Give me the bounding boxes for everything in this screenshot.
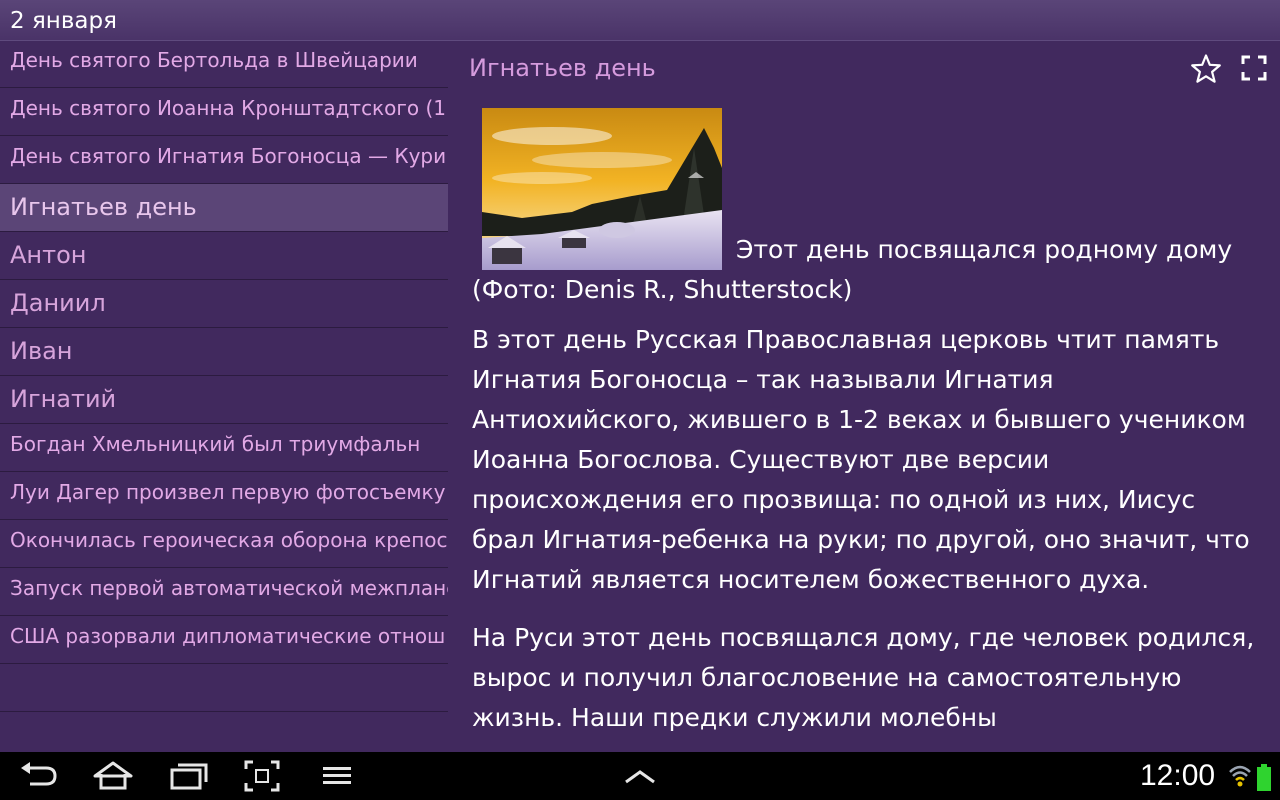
- list-item-label: Луи Дагер произвел первую фотосъемку: [10, 480, 446, 504]
- photo-block: Этот день посвящался родному дому (Фото: …: [472, 108, 1262, 310]
- detail-pane: Игнатьев день Этот день посвящался родно…: [448, 40, 1280, 752]
- photo-credit: (Фото: Denis R., Shutterstock): [472, 275, 853, 304]
- list-item[interactable]: Запуск первой автоматической межплане: [0, 568, 448, 616]
- chevron-up-icon[interactable]: [622, 760, 658, 792]
- detail-title: Игнатьев день: [469, 54, 656, 82]
- clock: 12:00: [1140, 759, 1216, 792]
- top-bar: 2 января: [0, 0, 1280, 41]
- list-item-label: Запуск первой автоматической межплане: [10, 576, 448, 600]
- list-item[interactable]: День святого Иоанна Кронштадтского (1: [0, 88, 448, 136]
- list-item[interactable]: Иван: [0, 328, 448, 376]
- list-item-selected[interactable]: Игнатьев день: [0, 184, 448, 232]
- article-photo: [482, 108, 722, 270]
- list-item-empty: [0, 664, 448, 712]
- list-item[interactable]: Антон: [0, 232, 448, 280]
- screenshot-icon[interactable]: [244, 760, 280, 792]
- star-outline-icon[interactable]: [1190, 53, 1222, 85]
- system-nav-bar: 12:00: [0, 752, 1280, 800]
- list-item[interactable]: Игнатий: [0, 376, 448, 424]
- fullscreen-icon[interactable]: [1240, 54, 1268, 82]
- list-item-label: Богдан Хмельницкий был триумфальн: [10, 432, 421, 456]
- list-item-label: США разорвали дипломатические отнош: [10, 624, 446, 648]
- home-icon[interactable]: [92, 760, 134, 792]
- battery-icon: [1257, 764, 1271, 791]
- list-item-label: Игнатьев день: [10, 193, 197, 221]
- list-item-label: День святого Бертольда в Швейцарии: [10, 48, 418, 72]
- list-item[interactable]: Богдан Хмельницкий был триумфальн: [0, 424, 448, 472]
- article-paragraph: На Руси этот день посвящался дому, где ч…: [472, 623, 1255, 732]
- menu-icon[interactable]: [322, 760, 352, 792]
- list-item[interactable]: Луи Дагер произвел первую фотосъемку: [0, 472, 448, 520]
- photo-caption: Этот день посвящался родному дому: [736, 235, 1233, 264]
- list-item-label: Даниил: [10, 289, 106, 317]
- list-item-label: Иван: [10, 337, 73, 365]
- list-item[interactable]: США разорвали дипломатические отнош: [0, 616, 448, 664]
- app-window: 2 января День святого Бертольда в Швейца…: [0, 0, 1280, 800]
- list-item[interactable]: День святого Игнатия Богоносца — Кури: [0, 136, 448, 184]
- list-item-label: Антон: [10, 241, 87, 269]
- list-item-label: День святого Игнатия Богоносца — Кури: [10, 144, 447, 168]
- list-item-label: Игнатий: [10, 385, 117, 413]
- article-paragraph: В этот день Русская Православная церковь…: [472, 325, 1250, 594]
- holiday-list[interactable]: День святого Бертольда в Швейцарии День …: [0, 40, 448, 752]
- list-item[interactable]: Даниил: [0, 280, 448, 328]
- list-item[interactable]: Окончилась героическая оборона крепос: [0, 520, 448, 568]
- wifi-icon: [1229, 765, 1251, 787]
- article-body: Этот день посвящался родному дому (Фото: …: [472, 108, 1262, 746]
- list-item-label: День святого Иоанна Кронштадтского (1: [10, 96, 447, 120]
- list-item[interactable]: День святого Бертольда в Швейцарии: [0, 40, 448, 88]
- date-title: 2 января: [10, 8, 117, 34]
- recent-apps-icon[interactable]: [168, 760, 210, 792]
- back-icon[interactable]: [18, 760, 60, 792]
- list-item-label: Окончилась героическая оборона крепос: [10, 528, 448, 552]
